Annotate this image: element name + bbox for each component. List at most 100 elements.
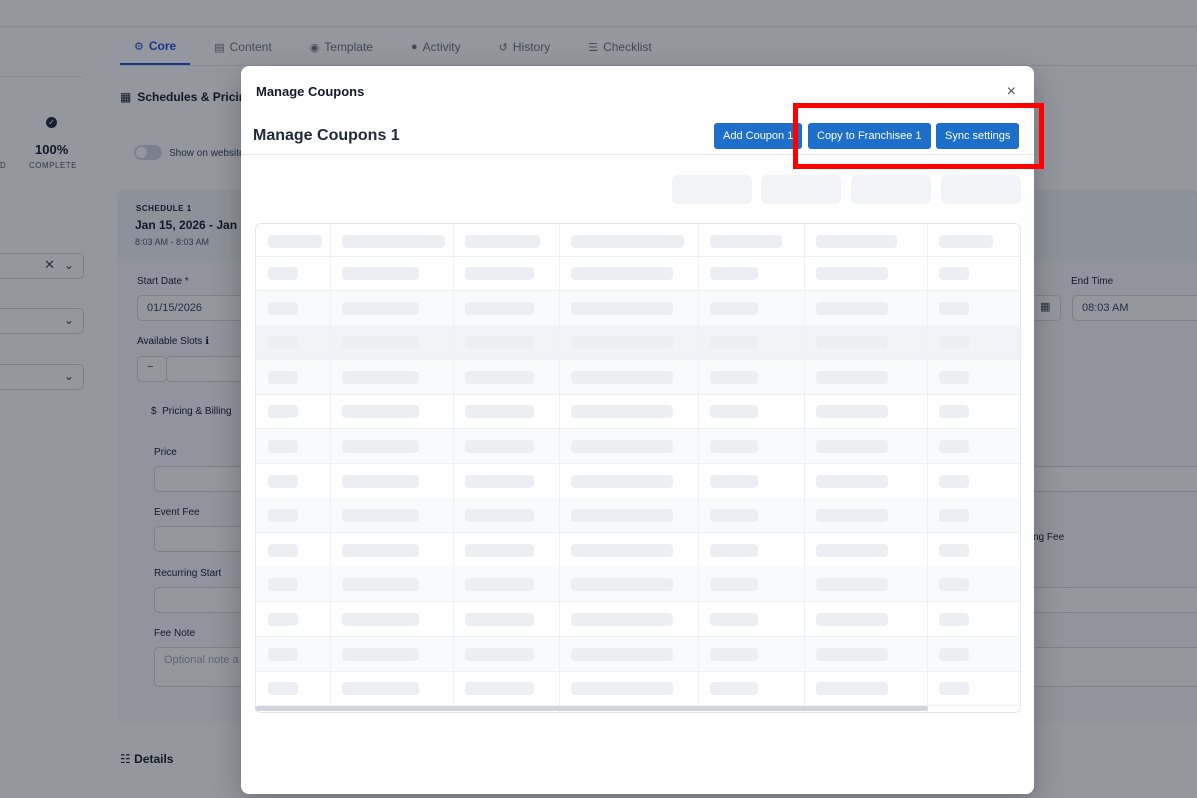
cell-skeleton bbox=[571, 301, 673, 315]
toolbar-skeleton bbox=[851, 175, 931, 204]
cell-skeleton bbox=[268, 440, 298, 453]
cell-skeleton bbox=[268, 267, 298, 280]
cell-skeleton bbox=[816, 440, 888, 453]
cell-skeleton bbox=[939, 578, 969, 592]
cell-skeleton bbox=[710, 336, 758, 350]
cell-skeleton bbox=[816, 267, 888, 280]
cell-skeleton bbox=[710, 440, 758, 453]
table-row bbox=[256, 498, 1020, 534]
cell-skeleton bbox=[268, 509, 298, 523]
cell-skeleton bbox=[571, 647, 673, 661]
cell-skeleton bbox=[571, 613, 673, 626]
table-header-row bbox=[256, 224, 1020, 257]
cell-skeleton bbox=[342, 474, 419, 488]
table-row bbox=[256, 671, 1020, 707]
cell-skeleton bbox=[816, 647, 888, 661]
cell-skeleton bbox=[268, 682, 298, 696]
cell-skeleton bbox=[465, 370, 534, 384]
cell-skeleton bbox=[268, 613, 298, 626]
cell-skeleton bbox=[465, 474, 534, 488]
cell-skeleton bbox=[268, 301, 298, 315]
cell-skeleton bbox=[571, 370, 673, 384]
cell-skeleton bbox=[268, 647, 298, 661]
table-row bbox=[256, 533, 1020, 568]
cell-skeleton bbox=[710, 543, 758, 557]
cell-skeleton bbox=[710, 613, 758, 626]
table-row bbox=[256, 359, 1020, 395]
cell-skeleton bbox=[939, 474, 969, 488]
cell-skeleton bbox=[571, 405, 673, 419]
cell-skeleton bbox=[710, 474, 758, 488]
cell-skeleton bbox=[465, 301, 534, 315]
cell-skeleton bbox=[268, 235, 322, 248]
cell-skeleton bbox=[710, 647, 758, 661]
column-divider bbox=[559, 224, 560, 712]
cell-skeleton bbox=[571, 682, 673, 696]
cell-skeleton bbox=[939, 267, 969, 280]
add-coupon-button[interactable]: Add Coupon 1 bbox=[714, 123, 803, 149]
cell-skeleton bbox=[465, 543, 534, 557]
cell-skeleton bbox=[571, 235, 685, 248]
cell-skeleton bbox=[571, 474, 673, 488]
horizontal-scrollbar[interactable] bbox=[255, 706, 928, 711]
cell-skeleton bbox=[816, 336, 888, 350]
cell-skeleton bbox=[571, 509, 673, 523]
cell-skeleton bbox=[939, 509, 969, 523]
cell-skeleton bbox=[710, 301, 758, 315]
cell-skeleton bbox=[939, 235, 993, 248]
cell-skeleton bbox=[465, 613, 534, 626]
table-row bbox=[256, 567, 1020, 603]
manage-coupons-modal: Manage Coupons × Manage Coupons 1 Add Co… bbox=[241, 66, 1034, 794]
cell-skeleton bbox=[342, 543, 419, 557]
cell-skeleton bbox=[939, 336, 969, 350]
cell-skeleton bbox=[268, 336, 298, 350]
cell-skeleton bbox=[816, 613, 888, 626]
cell-skeleton bbox=[465, 647, 534, 661]
table-row bbox=[256, 394, 1020, 430]
close-icon[interactable]: × bbox=[1007, 83, 1016, 101]
cell-skeleton bbox=[710, 682, 758, 696]
toolbar-skeleton bbox=[941, 175, 1021, 204]
cell-skeleton bbox=[939, 682, 969, 696]
column-divider bbox=[698, 224, 699, 712]
table-row bbox=[256, 602, 1020, 637]
cell-skeleton bbox=[465, 235, 540, 248]
column-divider bbox=[330, 224, 331, 712]
cell-skeleton bbox=[816, 405, 888, 419]
modal-subtitle: Manage Coupons 1 bbox=[253, 127, 400, 144]
cell-skeleton bbox=[342, 235, 445, 248]
cell-skeleton bbox=[816, 235, 897, 248]
toolbar-skeleton bbox=[672, 175, 752, 204]
cell-skeleton bbox=[710, 267, 758, 280]
cell-skeleton bbox=[465, 682, 534, 696]
cell-skeleton bbox=[571, 440, 673, 453]
cell-skeleton bbox=[816, 682, 888, 696]
cell-skeleton bbox=[342, 336, 419, 350]
cell-skeleton bbox=[816, 474, 888, 488]
cell-skeleton bbox=[268, 474, 298, 488]
cell-skeleton bbox=[342, 267, 419, 280]
cell-skeleton bbox=[268, 370, 298, 384]
cell-skeleton bbox=[939, 440, 969, 453]
table-row bbox=[256, 429, 1020, 464]
cell-skeleton bbox=[816, 578, 888, 592]
cell-skeleton bbox=[571, 543, 673, 557]
cell-skeleton bbox=[342, 509, 419, 523]
cell-skeleton bbox=[465, 578, 534, 592]
table-row bbox=[256, 464, 1020, 499]
cell-skeleton bbox=[342, 405, 419, 419]
cell-skeleton bbox=[465, 440, 534, 453]
cell-skeleton bbox=[939, 543, 969, 557]
cell-skeleton bbox=[342, 301, 419, 315]
cell-skeleton bbox=[939, 613, 969, 626]
cell-skeleton bbox=[342, 440, 419, 453]
cell-skeleton bbox=[268, 543, 298, 557]
cell-skeleton bbox=[710, 370, 758, 384]
coupons-table-skeleton bbox=[255, 223, 1021, 713]
cell-skeleton bbox=[268, 405, 298, 419]
cell-skeleton bbox=[939, 301, 969, 315]
column-divider bbox=[927, 224, 928, 712]
table-row bbox=[256, 636, 1020, 672]
cell-skeleton bbox=[342, 647, 419, 661]
cell-skeleton bbox=[465, 336, 534, 350]
